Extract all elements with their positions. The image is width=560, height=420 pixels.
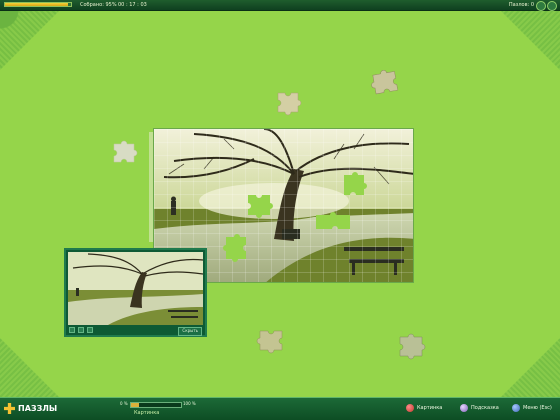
preview-button[interactable]	[87, 327, 93, 333]
missing-piece-slot	[344, 172, 367, 195]
progress-bar	[4, 2, 72, 7]
loose-puzzle-piece[interactable]	[396, 330, 428, 360]
preview-window[interactable]: Скрыть	[64, 248, 207, 337]
preview-toolbar: Скрыть	[66, 326, 205, 336]
corner-decoration	[500, 10, 560, 70]
picture-button[interactable]: Картинка	[406, 403, 442, 413]
corner-decoration	[500, 338, 560, 398]
picture-opacity-slider[interactable]: 0 % 100 %	[88, 401, 196, 408]
picture-slider-label: Картинка	[134, 410, 160, 416]
hint-icon	[460, 404, 468, 412]
pieces-counter: Пазлов: 0	[508, 2, 534, 8]
hint-button[interactable]: Подсказка	[460, 403, 499, 413]
picture-icon	[406, 404, 414, 412]
loose-puzzle-piece[interactable]	[110, 138, 140, 166]
slider-min-label: 0 %	[120, 401, 128, 406]
timer: 00 : 17 : 03	[118, 2, 147, 8]
menu-button-label: Меню (Esc)	[523, 405, 552, 411]
app-logo: ПАЗЗЛЫ	[4, 403, 57, 414]
missing-piece-slot	[316, 212, 350, 229]
missing-piece-slot	[248, 195, 273, 218]
loose-puzzle-piece[interactable]	[274, 86, 304, 116]
preview-button[interactable]	[78, 327, 84, 333]
top-status-bar: Собрано: 95% 00 : 17 : 03 Пазлов: 0	[0, 0, 560, 11]
preview-scene	[68, 252, 203, 325]
menu-icon	[512, 404, 520, 412]
progress-fill	[5, 3, 68, 6]
bottom-toolbar: ПАЗЗЛЫ 0 % 100 % Картинка Картинка Подск…	[0, 397, 560, 420]
collected-label: Собрано: 95%	[80, 2, 117, 8]
picture-button-label: Картинка	[417, 405, 443, 411]
corner-decoration	[0, 338, 60, 398]
menu-button[interactable]: Меню (Esc)	[512, 403, 552, 413]
slider-fill	[131, 403, 139, 407]
loose-puzzle-piece[interactable]	[256, 324, 288, 354]
preview-button[interactable]	[69, 327, 75, 333]
sound-icon[interactable]	[536, 1, 546, 11]
corner-decoration	[0, 10, 60, 70]
slider-max-label: 100 %	[183, 401, 196, 406]
puzzle-logo-icon	[4, 403, 15, 414]
close-icon[interactable]	[547, 1, 557, 11]
missing-piece-slot	[223, 234, 246, 262]
loose-puzzle-piece[interactable]	[370, 66, 402, 96]
preview-image	[68, 252, 203, 325]
logo-text: ПАЗЗЛЫ	[18, 404, 58, 413]
slider-track[interactable]	[130, 402, 182, 408]
hide-preview-button[interactable]: Скрыть	[178, 327, 202, 336]
hint-button-label: Подсказка	[471, 405, 499, 411]
